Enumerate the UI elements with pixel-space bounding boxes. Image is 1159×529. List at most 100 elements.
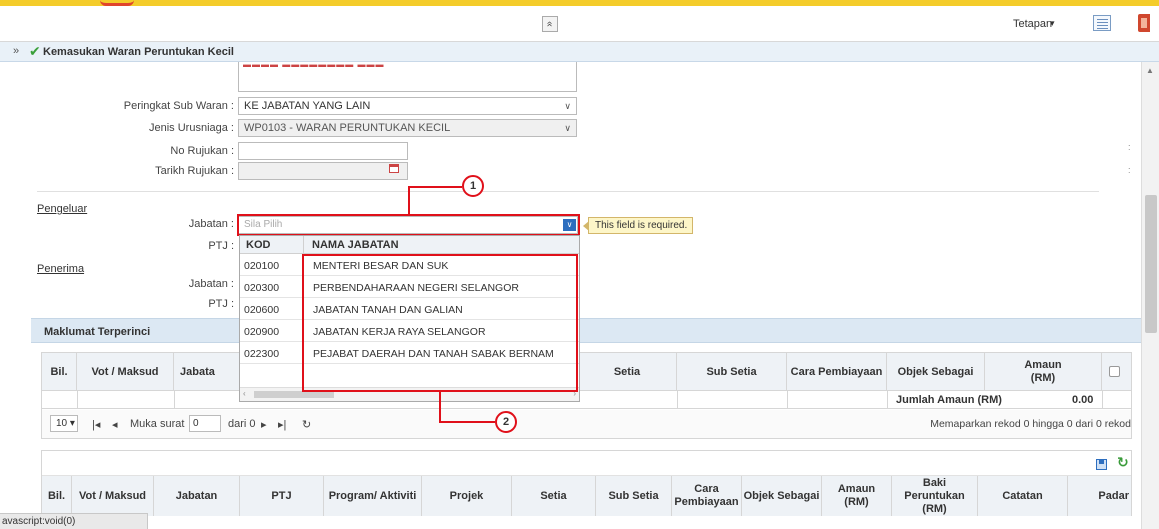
col-catatan[interactable]: Catatan <box>978 476 1068 516</box>
grid-header: Bil. Vot / Maksud Jabata Setia Sub Setia… <box>42 353 1131 391</box>
exit-icon[interactable] <box>1138 14 1150 32</box>
grid-toolbar: ↻ <box>42 451 1131 476</box>
col-amaun[interactable]: Amaun (RM) <box>985 353 1102 391</box>
col-sub-setia[interactable]: Sub Setia <box>677 353 787 391</box>
peringkat-select[interactable]: KE JABATAN YANG LAIN ∨ <box>238 97 577 115</box>
select-all-checkbox[interactable] <box>1109 366 1120 377</box>
scroll-thumb[interactable] <box>254 391 334 398</box>
chevron-down-icon: ▾ <box>69 418 75 429</box>
resize-dots: : <box>1128 165 1131 175</box>
no-rujukan-input[interactable] <box>238 142 408 160</box>
jenis-value: WP0103 - WARAN PERUNTUKAN KECIL <box>244 122 451 134</box>
page-title: Kemasukan Waran Peruntukan Kecil <box>43 46 234 58</box>
dropdown-header: KOD NAMA JABATAN <box>240 236 579 254</box>
option-kod: 020600 <box>244 304 280 316</box>
jenis-select: WP0103 - WARAN PERUNTUKAN KECIL ∨ <box>238 119 577 137</box>
penerima-ptj-label: PTJ : <box>208 298 234 310</box>
expand-sidebar-icon[interactable]: » <box>13 45 19 57</box>
col-cara-pembiayaan[interactable]: Cara Pembiayaan <box>787 353 887 391</box>
detail-grid-header: Bil. Vot / Maksud Jabatan PTJ Program/ A… <box>42 476 1131 516</box>
detail-grid: ↻ Bil. Vot / Maksud Jabatan PTJ Program/… <box>41 450 1132 516</box>
maklumat-grid: Bil. Vot / Maksud Jabata Setia Sub Setia… <box>41 352 1132 439</box>
option-kod: 022300 <box>244 348 280 360</box>
page-number-input[interactable]: 0 <box>189 415 221 432</box>
col-jabatan[interactable]: Jabatan <box>154 476 240 516</box>
penerima-jabatan-label: Jabatan : <box>188 278 234 290</box>
resize-dots: : <box>1128 142 1131 152</box>
page-size-value: 10 <box>56 418 68 429</box>
pengeluar-section-label: Pengeluar <box>37 203 88 215</box>
left-gutter <box>0 62 31 529</box>
refresh-icon[interactable]: ↻ <box>1117 454 1129 471</box>
callout-line-1 <box>408 186 410 215</box>
chevron-down-icon: ∨ <box>564 123 571 133</box>
col-setia[interactable]: Setia <box>578 353 677 391</box>
tarikh-label: Tarikh Rujukan : <box>155 165 234 177</box>
col-cara-pembiayaan[interactable]: Cara Pembiayaan <box>672 476 742 516</box>
col-separator <box>677 391 678 409</box>
prev-page-icon[interactable]: ◂ <box>112 418 118 431</box>
col-projek[interactable]: Projek <box>422 476 512 516</box>
sum-value: 0.00 <box>1072 394 1094 406</box>
pengeluar-ptj-label: PTJ : <box>208 240 234 252</box>
col-kod: KOD <box>246 239 271 251</box>
col-vot[interactable]: Vot / Maksud <box>72 476 154 516</box>
last-page-icon[interactable]: ▸| <box>278 418 286 431</box>
scroll-up-icon[interactable]: ▲ <box>1146 66 1154 75</box>
top-toolbar: » Tetapan ▾ <box>0 6 1159 42</box>
col-amaun[interactable]: Amaun (RM) <box>822 476 892 516</box>
checkmark-icon: ✔ <box>29 43 41 59</box>
col-ptj[interactable]: PTJ <box>240 476 324 516</box>
callout-1: 1 <box>462 175 484 197</box>
sum-label: Jumlah Amaun (RM) <box>896 394 1002 406</box>
col-separator <box>787 391 788 409</box>
peringkat-label: Peringkat Sub Waran : <box>123 100 234 112</box>
pager: 10 ▾ |◂ ◂ Muka surat 0 dari 0 ▸ ▸| ↻ Mem… <box>42 410 1131 438</box>
page-of-label: dari 0 <box>228 418 256 430</box>
scroll-thumb[interactable] <box>1145 195 1157 333</box>
col-bil[interactable]: Bil. <box>42 476 72 516</box>
highlight-frame-1 <box>237 214 580 236</box>
settings-menu[interactable]: Tetapan <box>1013 18 1052 30</box>
refresh-icon[interactable]: ↻ <box>302 418 311 431</box>
col-bil[interactable]: Bil. <box>42 353 77 391</box>
option-kod: 020900 <box>244 326 280 338</box>
first-page-icon[interactable]: |◂ <box>92 418 100 431</box>
next-page-icon[interactable]: ▸ <box>261 418 267 431</box>
col-program[interactable]: Program/ Aktiviti <box>324 476 422 516</box>
col-padar[interactable]: Padar <box>1068 476 1131 516</box>
callout-line-2 <box>439 392 441 422</box>
chevron-down-icon[interactable]: ▾ <box>1050 18 1055 29</box>
tarikh-input[interactable] <box>238 162 408 180</box>
page-size-select[interactable]: 10 ▾ <box>50 415 78 432</box>
scroll-left-icon[interactable]: ‹ <box>243 389 246 398</box>
calendar-icon[interactable] <box>389 164 399 173</box>
record-info: Memaparkan rekod 0 hingga 0 dari 0 rekod <box>930 418 1131 430</box>
col-objek-sebagai[interactable]: Objek Sebagai <box>887 353 985 391</box>
collapse-header-button[interactable]: » <box>542 16 558 32</box>
page: » Tetapan ▾ » ✔ Kemasukan Waran Peruntuk… <box>0 0 1159 529</box>
col-baki-peruntukan[interactable]: Baki Peruntukan (RM) <box>892 476 978 516</box>
list-view-icon[interactable] <box>1093 15 1111 31</box>
title-bar: » ✔ Kemasukan Waran Peruntukan Kecil <box>0 42 1159 62</box>
description-textarea[interactable]: ▬▬▬▬ ▬▬▬▬▬▬▬▬ ▬▬▬ <box>238 60 577 92</box>
save-icon[interactable] <box>1096 459 1107 470</box>
penerima-section-label: Penerima <box>37 263 85 275</box>
option-kod: 020300 <box>244 282 280 294</box>
col-vot[interactable]: Vot / Maksud <box>77 353 174 391</box>
col-separator <box>77 391 78 409</box>
jenis-label: Jenis Urusniaga : <box>149 122 234 134</box>
col-separator <box>1102 391 1103 409</box>
highlight-frame-2 <box>302 254 578 392</box>
col-setia[interactable]: Setia <box>512 476 596 516</box>
clipped-text: ▬▬▬▬ ▬▬▬▬▬▬▬▬ ▬▬▬ <box>243 60 385 69</box>
peringkat-value: KE JABATAN YANG LAIN <box>244 100 371 112</box>
grid-summary-row: Jumlah Amaun (RM) 0.00 <box>42 391 1131 409</box>
col-sub-setia[interactable]: Sub Setia <box>596 476 672 516</box>
pengeluar-jabatan-label: Jabatan : <box>188 218 234 230</box>
page-scrollbar[interactable]: ▲ <box>1141 62 1159 529</box>
page-number-value: 0 <box>193 418 199 429</box>
validation-tooltip: This field is required. <box>582 217 694 234</box>
col-objek-sebagai[interactable]: Objek Sebagai <box>742 476 822 516</box>
callout-line-1 <box>408 186 462 188</box>
